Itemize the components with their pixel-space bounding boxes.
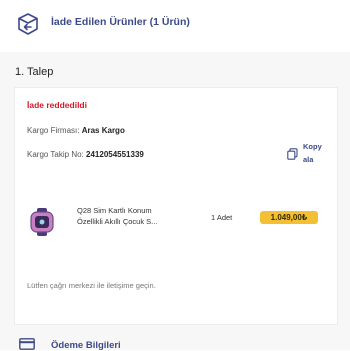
copy-button[interactable]: Kopyala [287,140,327,170]
credit-card-icon [19,338,35,350]
page-header: İade Edilen Ürünler (1 Ürün) [0,0,350,50]
tracking-number-value[interactable]: 2412054551339 [86,150,144,159]
tracking-number-row: Kargo Takip No: 2412054551339 [27,150,144,159]
product-quantity: 1 Adet [211,213,233,222]
product-name-line-2: Özellikli Akıllı Çocuk S... [77,217,158,226]
tracking-number-label: Kargo Takip No: [27,150,84,159]
request-title: 1. Talep [15,66,54,78]
product-name[interactable]: Q28 Sim Kartlı Konum Özellikli Akıllı Ço… [77,205,187,227]
page-title: İade Edilen Ürünler (1 Ürün) [51,16,190,28]
cargo-company-row: Kargo Firması: Aras Kargo [27,126,125,135]
payment-info-title[interactable]: Ödeme Bilgileri [51,340,121,351]
return-box-icon [18,13,38,35]
product-price-badge: 1.049,00₺ [260,211,318,224]
cargo-company-label: Kargo Firması: [27,126,80,135]
product-name-line-1: Q28 Sim Kartlı Konum [77,206,152,215]
copy-label: Kopyala [303,142,322,164]
info-message: Lütfen çağrı merkezi ile iletişime geçin… [27,281,156,290]
status-text: İade reddedildi [27,100,87,110]
copy-icon [287,148,298,160]
product-image[interactable] [27,207,57,237]
cargo-company-value: Aras Kargo [81,126,125,135]
